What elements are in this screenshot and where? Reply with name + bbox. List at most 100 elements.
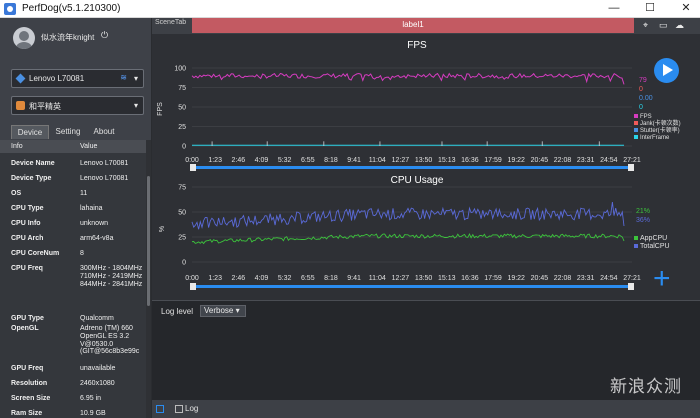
cpu-x-tick: 2:46 bbox=[232, 275, 246, 282]
fps-x-tick: 6:55 bbox=[301, 157, 315, 164]
info-value: 11 bbox=[80, 190, 88, 197]
cpu-legend-swatch bbox=[634, 236, 638, 240]
location-icon[interactable]: ⌖ bbox=[643, 20, 648, 31]
left-panel: 似水流年knight ⏻ Lenovo L70081 ≋ ▾ 和平精英 ▾ De… bbox=[0, 18, 152, 418]
cpu-x-tick: 27:21 bbox=[623, 275, 641, 282]
fps-x-tick: 15:13 bbox=[438, 157, 456, 164]
fps-timeline-slider bbox=[192, 166, 632, 169]
info-value: arm64-v8a bbox=[80, 235, 114, 242]
tab-setting[interactable]: Setting bbox=[50, 125, 86, 139]
folder-icon[interactable]: ▭ bbox=[659, 20, 668, 31]
fps-x-tick: 8:18 bbox=[324, 157, 338, 164]
close-button[interactable]: ✕ bbox=[672, 0, 700, 18]
fps-slider-handle-left bbox=[190, 164, 196, 171]
fps-chart-title: FPS bbox=[407, 40, 427, 51]
fps-x-tick: 5:32 bbox=[278, 157, 292, 164]
info-value: unknown bbox=[80, 220, 109, 227]
main-panel: SceneTab label1 ⌖ ▭ ☁ FPS FPS 0 25 50 75 100 79… bbox=[152, 18, 700, 418]
power-icon[interactable]: ⏻ bbox=[101, 30, 108, 41]
android-device-icon bbox=[15, 73, 26, 84]
log-level-label: Log level bbox=[161, 307, 194, 316]
minimize-button[interactable]: — bbox=[600, 0, 628, 18]
cpu-x-tick: 0:00 bbox=[185, 275, 199, 282]
cpu-chart-title: CPU Usage bbox=[391, 175, 444, 186]
info-key: CPU Arch bbox=[11, 235, 44, 242]
tab-device[interactable]: Device bbox=[11, 125, 49, 139]
fps-x-tick: 24:54 bbox=[600, 157, 618, 164]
info-value: Lenovo L70081 bbox=[80, 160, 129, 167]
fps-legend-label: FPS bbox=[640, 114, 652, 120]
info-key: CPU Info bbox=[11, 220, 41, 227]
log-checkbox-label: Log bbox=[185, 404, 199, 413]
game-app-icon bbox=[16, 101, 25, 110]
cpu-x-tick: 13:50 bbox=[415, 275, 433, 282]
info-key: Device Name bbox=[11, 160, 55, 167]
info-value: unavailable bbox=[80, 365, 116, 372]
cpu-x-tick: 8:18 bbox=[324, 275, 338, 282]
fps-x-tick: 23:31 bbox=[577, 157, 595, 164]
cpu-x-tick: 24:54 bbox=[600, 275, 618, 282]
info-value: 2460x1080 bbox=[80, 380, 115, 387]
app-select[interactable]: 和平精英 ▾ bbox=[11, 96, 144, 115]
info-key: Ram Size bbox=[11, 410, 43, 417]
cpu-series-line-1 bbox=[191, 202, 625, 230]
charts-svg: FPSFPS02550751007900.000FPSJank(卡顿次数)Stu… bbox=[157, 40, 681, 310]
device-select[interactable]: Lenovo L70081 ≋ ▾ bbox=[11, 69, 144, 88]
cpu-x-tick: 11:04 bbox=[369, 275, 386, 282]
cpu-current-value: 21% bbox=[636, 208, 650, 215]
cloud-icon[interactable]: ☁ bbox=[675, 20, 684, 31]
app-select-value: 和平精英 bbox=[29, 102, 61, 111]
info-value: lahaina bbox=[80, 205, 103, 212]
fps-current-value: 79 bbox=[639, 77, 647, 84]
fps-slider-handle-right bbox=[628, 164, 634, 171]
cpu-y-tick: 50 bbox=[178, 210, 186, 217]
chart-area: FPS FPS 0 25 50 75 100 79 0 0.00 0 FPS Jank(卡顿次数) Stu… bbox=[152, 34, 700, 310]
fps-x-tick: 13:50 bbox=[415, 157, 433, 164]
fps-x-tick: 17:59 bbox=[484, 157, 502, 164]
cpu-current-value: 36% bbox=[636, 217, 650, 224]
avatar[interactable] bbox=[13, 27, 35, 49]
fps-x-tick: 0:00 bbox=[185, 157, 199, 164]
log-level-select[interactable]: Verbose ▾ bbox=[200, 305, 246, 317]
cpu-timeline-slider bbox=[192, 285, 632, 288]
info-value: 300MHz - 1804MHz 710MHz - 2419MHz 844MHz… bbox=[80, 265, 143, 288]
header-info: Info bbox=[11, 143, 23, 150]
header-value: Value bbox=[80, 143, 98, 150]
cpu-legend-swatch bbox=[634, 244, 638, 248]
info-value: 8 bbox=[80, 250, 84, 257]
cpu-slider-handle-left bbox=[190, 283, 196, 290]
fps-x-tick: 19:22 bbox=[507, 157, 525, 164]
user-name: 似水流年knight bbox=[41, 33, 95, 42]
info-key: GPU Freq bbox=[11, 365, 44, 372]
fps-x-tick: 11:04 bbox=[369, 157, 386, 164]
tab-about[interactable]: About bbox=[88, 125, 120, 139]
fps-legend-swatch bbox=[634, 121, 638, 125]
info-key: CPU Type bbox=[11, 205, 44, 212]
title-bar: PerfDog(v5.1.210300) — ☐ ✕ bbox=[0, 0, 700, 18]
fps-x-tick: 22:08 bbox=[554, 157, 572, 164]
info-key: Device Type bbox=[11, 175, 52, 182]
cpu-x-tick: 12:27 bbox=[392, 275, 410, 282]
expand-icon[interactable] bbox=[156, 405, 164, 413]
info-scrollbar[interactable] bbox=[146, 140, 151, 418]
play-button[interactable] bbox=[654, 58, 679, 83]
cpu-y-tick: 0 bbox=[182, 260, 186, 267]
fps-current-value: 0.00 bbox=[639, 95, 653, 102]
scrollbar-thumb[interactable] bbox=[147, 176, 150, 306]
maximize-button[interactable]: ☐ bbox=[636, 0, 664, 18]
label-bar[interactable]: label1 bbox=[192, 18, 634, 33]
fps-x-tick: 16:36 bbox=[461, 157, 479, 164]
cpu-x-tick: 5:32 bbox=[278, 275, 292, 282]
scene-tab[interactable]: SceneTab bbox=[155, 19, 186, 26]
info-value: Adreno (TM) 660 OpenGL ES 3.2 V@0530.0 (… bbox=[80, 325, 140, 356]
cpu-x-tick: 17:59 bbox=[484, 275, 502, 282]
fps-x-tick: 2:46 bbox=[232, 157, 246, 164]
watermark-text: 新浪众测 bbox=[610, 377, 682, 397]
fps-legend-swatch bbox=[634, 114, 638, 118]
info-value: Lenovo L70081 bbox=[80, 175, 129, 182]
add-chart-button[interactable]: + bbox=[653, 264, 671, 294]
fps-y-tick: 0 bbox=[182, 144, 186, 151]
cpu-y-label: % bbox=[159, 226, 166, 232]
log-checkbox[interactable] bbox=[175, 405, 183, 413]
perfdog-logo-icon bbox=[4, 3, 16, 15]
